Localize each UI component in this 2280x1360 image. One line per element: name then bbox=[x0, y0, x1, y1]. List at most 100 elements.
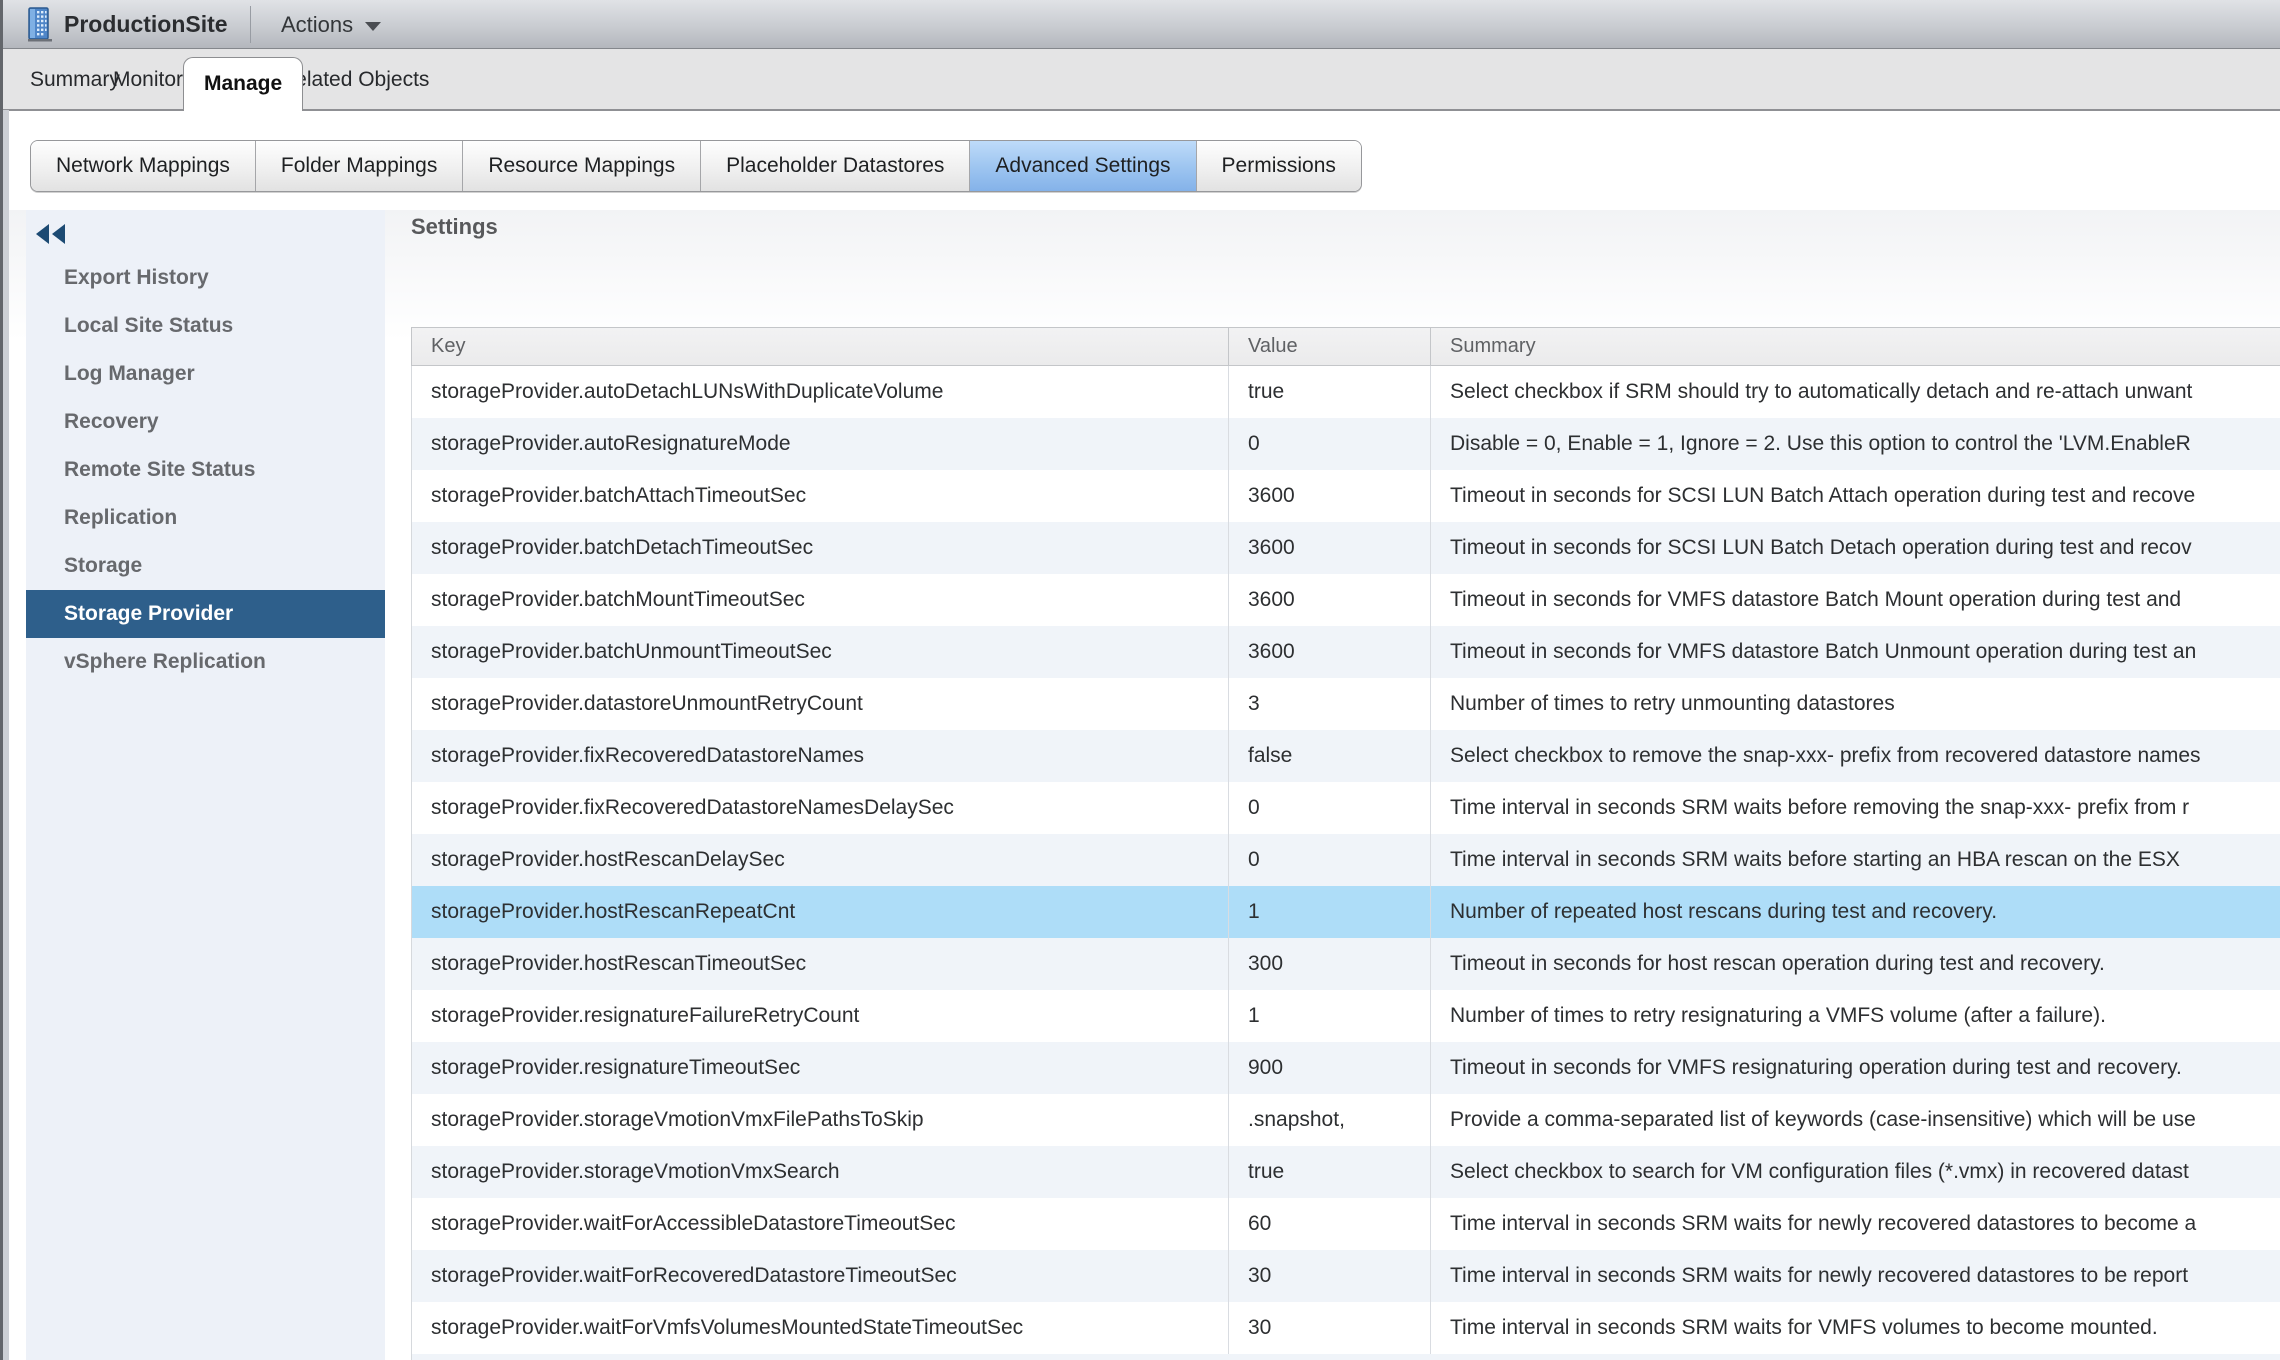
cell-value: false bbox=[1229, 730, 1431, 782]
cell-key: storageProvider.resignatureFailureRetryC… bbox=[412, 990, 1229, 1042]
table-row[interactable]: storageProvider.waitForVmfsVolumesMounte… bbox=[412, 1302, 2280, 1354]
cell-key: storageProvider.batchAttachTimeoutSec bbox=[412, 470, 1229, 522]
sidebar-item-vsphere-replication[interactable]: vSphere Replication bbox=[26, 638, 385, 686]
cell-key: storageProvider.storageVmotionVmxSearch bbox=[412, 1146, 1229, 1198]
cell-value: 900 bbox=[1229, 1042, 1431, 1094]
collapse-sidebar-button[interactable] bbox=[35, 223, 69, 245]
sidebar: Export HistoryLocal Site StatusLog Manag… bbox=[26, 210, 385, 1360]
subtab-advanced-settings[interactable]: Advanced Settings bbox=[970, 141, 1196, 191]
table-row[interactable]: storageProvider.storageVmotionVmxSearcht… bbox=[412, 1146, 2280, 1198]
cell-key: storageProvider.hostRescanTimeoutSec bbox=[412, 938, 1229, 990]
cell-summary: Timeout in seconds for SCSI LUN Batch At… bbox=[1431, 470, 2280, 522]
subtab-folder-mappings[interactable]: Folder Mappings bbox=[256, 141, 463, 191]
cell-value: true bbox=[1229, 366, 1431, 418]
cell-summary: Time interval in seconds SRM waits for n… bbox=[1431, 1198, 2280, 1250]
tab-summary[interactable]: Summary bbox=[30, 49, 120, 109]
cell-key: storageProvider.batchMountTimeoutSec bbox=[412, 574, 1229, 626]
tab-manage[interactable]: Manage bbox=[183, 57, 303, 111]
cell-value: 3600 bbox=[1229, 470, 1431, 522]
cell-summary: Time interval in seconds SRM waits befor… bbox=[1431, 782, 2280, 834]
table-row[interactable]: storageProvider.hostRescanDelaySec0Time … bbox=[412, 834, 2280, 886]
sidebar-nav: Export HistoryLocal Site StatusLog Manag… bbox=[26, 254, 385, 686]
table-header: Key Value Summary bbox=[411, 327, 2280, 366]
window-left-edge-shadow bbox=[3, 110, 9, 1360]
table-row[interactable]: storageProvider.storageVmotionVmxFilePat… bbox=[412, 1094, 2280, 1146]
table-row[interactable]: storageProvider.batchMountTimeoutSec3600… bbox=[412, 574, 2280, 626]
table-row[interactable]: storageProvider.autoDetachLUNsWithDuplic… bbox=[412, 366, 2280, 418]
cell-key: storageProvider.batchDetachTimeoutSec bbox=[412, 522, 1229, 574]
object-title: ProductionSite bbox=[64, 0, 228, 48]
table-row[interactable]: storageProvider.fixRecoveredDatastoreNam… bbox=[412, 730, 2280, 782]
tab-strip: Summary Monitor Manage Related Objects bbox=[0, 49, 2280, 111]
cell-value: 300 bbox=[1229, 938, 1431, 990]
cell-value: 3600 bbox=[1229, 522, 1431, 574]
table-row[interactable]: storageProvider.fixRecoveredDatastoreNam… bbox=[412, 782, 2280, 834]
table-body: storageProvider.autoDetachLUNsWithDuplic… bbox=[411, 366, 2280, 1360]
cell-key: storageProvider.resignatureTimeoutSec bbox=[412, 1042, 1229, 1094]
cell-key: storageProvider.hostRescanRepeatCnt bbox=[412, 886, 1229, 938]
topbar-separator bbox=[250, 6, 251, 43]
table-row-partial bbox=[412, 1354, 2280, 1360]
sidebar-item-remote-site-status[interactable]: Remote Site Status bbox=[26, 446, 385, 494]
cell-value: 0 bbox=[1229, 782, 1431, 834]
table-row[interactable]: storageProvider.hostRescanRepeatCnt1Numb… bbox=[412, 886, 2280, 938]
table-row[interactable]: storageProvider.batchDetachTimeoutSec360… bbox=[412, 522, 2280, 574]
cell-key: storageProvider.hostRescanDelaySec bbox=[412, 834, 1229, 886]
cell-value: 30 bbox=[1229, 1302, 1431, 1354]
table-row[interactable]: storageProvider.batchUnmountTimeoutSec36… bbox=[412, 626, 2280, 678]
cell-value: 1 bbox=[1229, 990, 1431, 1042]
sidebar-item-log-manager[interactable]: Log Manager bbox=[26, 350, 385, 398]
actions-menu-button[interactable]: Actions bbox=[281, 0, 381, 48]
subtab-placeholder-datastores[interactable]: Placeholder Datastores bbox=[701, 141, 970, 191]
sidebar-item-recovery[interactable]: Recovery bbox=[26, 398, 385, 446]
cell-summary: Select checkbox to remove the snap-xxx- … bbox=[1431, 730, 2280, 782]
cell-value: .snapshot, bbox=[1229, 1094, 1431, 1146]
cell-summary: Time interval in seconds SRM waits befor… bbox=[1431, 834, 2280, 886]
table-row[interactable]: storageProvider.waitForAccessibleDatasto… bbox=[412, 1198, 2280, 1250]
cell-summary: Number of repeated host rescans during t… bbox=[1431, 886, 2280, 938]
cell-key: storageProvider.waitForAccessibleDatasto… bbox=[412, 1198, 1229, 1250]
table-row[interactable]: storageProvider.waitForRecoveredDatastor… bbox=[412, 1250, 2280, 1302]
cell-key: storageProvider.fixRecoveredDatastoreNam… bbox=[412, 730, 1229, 782]
cell-summary: Time interval in seconds SRM waits for V… bbox=[1431, 1302, 2280, 1354]
column-header-summary[interactable]: Summary bbox=[1431, 328, 2280, 365]
cell-value: 0 bbox=[1229, 418, 1431, 470]
sidebar-item-local-site-status[interactable]: Local Site Status bbox=[26, 302, 385, 350]
page-title: Settings bbox=[411, 214, 498, 240]
cell-summary: Number of times to retry unmounting data… bbox=[1431, 678, 2280, 730]
actions-menu-label: Actions bbox=[281, 0, 353, 49]
cell-summary: Timeout in seconds for VMFS datastore Ba… bbox=[1431, 574, 2280, 626]
cell-summary: Disable = 0, Enable = 1, Ignore = 2. Use… bbox=[1431, 418, 2280, 470]
table-row[interactable]: storageProvider.autoResignatureMode0Disa… bbox=[412, 418, 2280, 470]
subtab-resource-mappings[interactable]: Resource Mappings bbox=[463, 141, 701, 191]
cell-summary: Provide a comma-separated list of keywor… bbox=[1431, 1094, 2280, 1146]
topbar: ProductionSite Actions bbox=[0, 0, 2280, 49]
cell-value: 3600 bbox=[1229, 626, 1431, 678]
cell-value: 3 bbox=[1229, 678, 1431, 730]
table-row[interactable]: storageProvider.datastoreUnmountRetryCou… bbox=[412, 678, 2280, 730]
cell-value: 0 bbox=[1229, 834, 1431, 886]
cell-key: storageProvider.waitForVmfsVolumesMounte… bbox=[412, 1302, 1229, 1354]
cell-key: storageProvider.storageVmotionVmxFilePat… bbox=[412, 1094, 1229, 1146]
table-row[interactable]: storageProvider.resignatureTimeoutSec900… bbox=[412, 1042, 2280, 1094]
tab-monitor[interactable]: Monitor bbox=[113, 49, 183, 109]
cell-summary: Timeout in seconds for VMFS resignaturin… bbox=[1431, 1042, 2280, 1094]
sidebar-item-storage-provider[interactable]: Storage Provider bbox=[26, 590, 385, 638]
table-row[interactable]: storageProvider.resignatureFailureRetryC… bbox=[412, 990, 2280, 1042]
cell-summary: Timeout in seconds for SCSI LUN Batch De… bbox=[1431, 522, 2280, 574]
column-header-value[interactable]: Value bbox=[1229, 328, 1431, 365]
column-header-key[interactable]: Key bbox=[412, 328, 1229, 365]
cell-summary: Time interval in seconds SRM waits for n… bbox=[1431, 1250, 2280, 1302]
subtab-permissions[interactable]: Permissions bbox=[1197, 141, 1361, 191]
sidebar-item-export-history[interactable]: Export History bbox=[26, 254, 385, 302]
settings-table: Key Value Summary storageProvider.autoDe… bbox=[411, 327, 2280, 1360]
cell-key: storageProvider.fixRecoveredDatastoreNam… bbox=[412, 782, 1229, 834]
cell-summary: Number of times to retry resignaturing a… bbox=[1431, 990, 2280, 1042]
sidebar-item-storage[interactable]: Storage bbox=[26, 542, 385, 590]
sidebar-item-replication[interactable]: Replication bbox=[26, 494, 385, 542]
cell-value: true bbox=[1229, 1146, 1431, 1198]
subtab-network-mappings[interactable]: Network Mappings bbox=[31, 141, 256, 191]
table-row[interactable]: storageProvider.batchAttachTimeoutSec360… bbox=[412, 470, 2280, 522]
cell-value: 60 bbox=[1229, 1198, 1431, 1250]
table-row[interactable]: storageProvider.hostRescanTimeoutSec300T… bbox=[412, 938, 2280, 990]
